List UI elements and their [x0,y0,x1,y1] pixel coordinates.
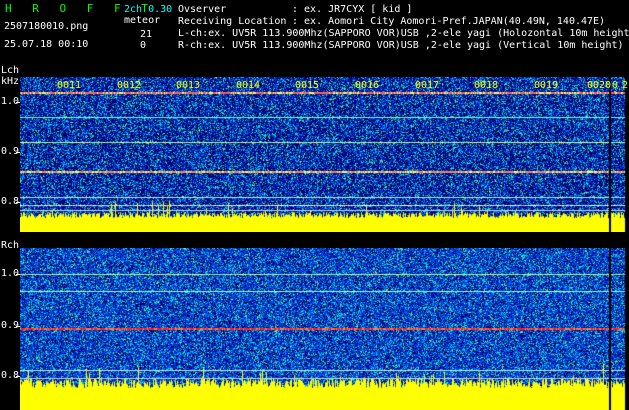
mode-label: 2ch 0.30 [124,4,173,15]
meteor-count-rch: 0 [140,40,147,51]
time-segment-label: 0018 [474,80,499,91]
time-segment-label: 0019 [534,80,559,91]
meteor-label: meteor [124,15,161,26]
rch-spectrogram [20,248,629,410]
time-segment-label: 0011 [57,80,82,91]
lch-spectrogram [20,77,629,232]
location-value: : ex. Aomori City Aomori-Pref.JAPAN(40.4… [292,16,606,27]
time-segment-label: 2 [622,80,629,91]
observer-value: : ex. JR7CYX [ kid ] [292,4,413,15]
location-label: Receiving Location [178,16,287,27]
time-segment-label: 0020 [587,80,612,91]
meteor-count-lch: 21 [140,29,153,40]
observer-label: Ovserver [178,4,227,15]
time-segment-label: 0017 [415,80,440,91]
time-segment-label: 0012 [117,80,142,91]
rch-description: R-ch:ex. UV5R 113.900Mhz(SAPPORO VOR)USB… [178,40,624,51]
lch-label: Lch [1,65,20,76]
datetime: 25.07.18 00:10 [4,39,89,50]
time-segment-label: 0014 [236,80,261,91]
lch-description: L-ch:ex. UV5R 113.900Mhz(SAPPORO VOR)USB… [178,28,629,39]
rch-label: Rch [1,240,20,251]
time-segment-label: 0 [612,80,619,91]
time-segment-label: 0016 [355,80,380,91]
time-segment-label: 0015 [295,80,320,91]
time-segment-label: 0013 [176,80,201,91]
lch-unit-label: kHz [1,76,20,87]
filename: 2507180010.png [4,21,89,32]
